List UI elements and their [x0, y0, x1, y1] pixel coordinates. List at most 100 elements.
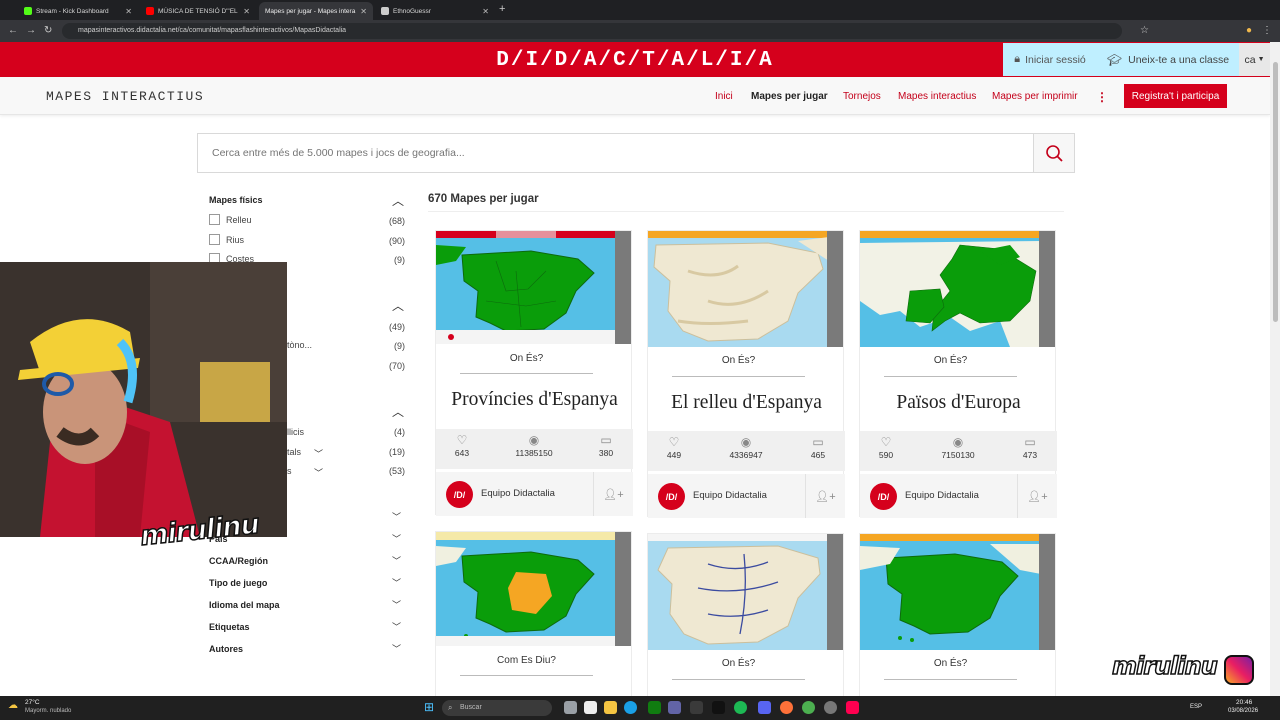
chevron-down-icon[interactable]: ﹀ [392, 532, 401, 545]
weather-temp[interactable]: 27°C [25, 699, 40, 706]
discord-icon[interactable] [758, 701, 771, 714]
chevron-down-icon[interactable]: ﹀ [392, 598, 401, 611]
reload-icon[interactable]: ↻ [44, 24, 52, 38]
map-card[interactable]: On És? [859, 533, 1056, 701]
filter-option-label[interactable]: llicis [287, 427, 304, 437]
map-thumbnail[interactable] [648, 231, 829, 347]
obs-icon[interactable] [824, 701, 837, 714]
filter-option-label[interactable]: tals [287, 447, 301, 457]
close-icon[interactable]: ✕ [243, 7, 250, 16]
tiktok-live-icon[interactable] [846, 701, 859, 714]
search-input[interactable] [212, 134, 1012, 172]
filter-category-autores[interactable]: Autores [209, 644, 243, 654]
likes-stat[interactable]: ♡ 590 [856, 431, 916, 460]
bookmark-star-icon[interactable]: ☆ [1140, 24, 1149, 38]
register-button[interactable]: Registra't i participa [1124, 84, 1227, 108]
map-thumbnail[interactable] [436, 532, 617, 646]
chevron-down-icon[interactable]: ﹀ [392, 642, 401, 655]
comments-stat[interactable]: ▭ 473 [1000, 431, 1060, 460]
add-user-icon[interactable]: 👤︎+ [1017, 474, 1057, 518]
clock-date[interactable]: 03/08/2026 [1228, 708, 1258, 714]
filter-option-label[interactable]: tòno... [287, 340, 312, 350]
chevron-down-icon[interactable]: ﹀ [392, 510, 401, 523]
edge-icon[interactable] [624, 701, 637, 714]
url-field[interactable]: mapasinteractivos.didactalia.net/ca/comu… [62, 23, 1122, 39]
chevron-down-icon[interactable]: ﹀ [314, 466, 323, 479]
map-card[interactable]: On És? [647, 533, 844, 701]
map-card[interactable]: On És? Províncies d'Espanya ♡ 643 ◉ 113851… [432, 230, 633, 516]
nav-link-mapes-interactius[interactable]: Mapes interactius [898, 91, 976, 102]
forward-icon[interactable]: → [26, 24, 36, 38]
close-icon[interactable]: ✕ [125, 7, 132, 16]
map-thumbnail[interactable] [860, 231, 1041, 347]
language-selector[interactable]: ca ▼ [1239, 43, 1270, 76]
browser-tab[interactable]: Stream - Kick Dashboard ✕ [18, 2, 138, 20]
filter-category-ccaa[interactable]: CCAA/Región [209, 556, 268, 566]
author-name[interactable]: Equipo Didactalia [481, 488, 555, 499]
chrome-icon[interactable] [802, 701, 815, 714]
map-card[interactable]: On És? Països d'Europa ♡ 590 ◉ 7150130 ▭ 47… [856, 230, 1057, 518]
chevron-down-icon[interactable]: ﹀ [392, 576, 401, 589]
browser-tab[interactable]: EthnoGuessr ✕ [375, 2, 495, 20]
filter-option-label[interactable]: s [287, 466, 292, 476]
map-thumbnail[interactable] [860, 534, 1041, 650]
tiktok-icon[interactable] [712, 701, 725, 714]
taskbar-search[interactable]: ⌕ Buscar [442, 700, 552, 716]
close-icon[interactable]: ✕ [482, 7, 489, 16]
likes-stat[interactable]: ♡ 643 [432, 429, 492, 458]
map-thumbnail[interactable] [436, 231, 617, 344]
windows-start-icon[interactable]: ⊞ [424, 700, 434, 714]
author-row[interactable]: /D/ Equipo Didactalia 👤︎+ [436, 472, 633, 516]
map-title[interactable]: Províncies d'Espanya [436, 389, 633, 411]
menu-icon[interactable]: ⋮ [1262, 24, 1272, 38]
file-explorer-icon[interactable] [604, 701, 617, 714]
login-button[interactable]: 🔒︎ Iniciar sessió [1003, 43, 1097, 76]
scrollbar-thumb[interactable] [1273, 62, 1278, 322]
browser-tab-active[interactable]: Mapes per jugar - Mapes intera ✕ [259, 2, 373, 20]
browser-tab[interactable]: MÚSICA DE TENSIÓ D'"EL ✕ [140, 2, 256, 20]
firefox-icon[interactable] [780, 701, 793, 714]
checkbox[interactable] [209, 234, 220, 245]
add-user-icon[interactable]: 👤︎+ [805, 474, 845, 518]
chevron-up-icon[interactable]: ︿ [392, 192, 404, 209]
filter-category-etiquetas[interactable]: Etiquetas [209, 622, 250, 632]
clock-time[interactable]: 20:46 [1236, 699, 1252, 706]
map-card[interactable]: Com Es Diu? [435, 531, 632, 701]
spotify-icon[interactable] [734, 701, 747, 714]
author-name[interactable]: Equipo Didactalia [693, 490, 767, 501]
join-class-button[interactable]: 🎓︎ Uneix-te a una classe [1097, 43, 1239, 76]
task-view-icon[interactable] [564, 701, 577, 714]
likes-stat[interactable]: ♡ 449 [644, 431, 704, 460]
map-card[interactable]: On És? El relleu d'Espanya ♡ 449 ◉ 4336947… [644, 230, 845, 518]
filter-option[interactable]: Relleu [209, 214, 252, 225]
comments-stat[interactable]: ▭ 380 [576, 429, 636, 458]
search-button[interactable] [1033, 134, 1074, 172]
new-tab-button[interactable]: + [499, 3, 505, 15]
input-language[interactable]: ESP [1190, 704, 1202, 710]
chevron-down-icon[interactable]: ﹀ [392, 554, 401, 567]
author-row[interactable]: /D/ Equipo Didactalia 👤︎+ [860, 474, 1057, 518]
teams-icon[interactable] [668, 701, 681, 714]
xbox-icon[interactable] [648, 701, 661, 714]
filter-category-tipo-juego[interactable]: Tipo de juego [209, 578, 267, 588]
chevron-up-icon[interactable]: ︿ [392, 297, 404, 314]
nav-link-mapes-per-imprimir[interactable]: Mapes per imprimir [992, 91, 1078, 102]
close-icon[interactable]: ✕ [360, 7, 367, 16]
chevron-up-icon[interactable]: ︿ [392, 403, 404, 420]
app-icon[interactable] [690, 701, 703, 714]
chevron-down-icon[interactable]: ﹀ [392, 620, 401, 633]
nav-link-mapes-per-jugar[interactable]: Mapes per jugar [751, 91, 828, 102]
comments-stat[interactable]: ▭ 465 [788, 431, 848, 460]
chevron-down-icon[interactable]: ﹀ [314, 447, 323, 460]
add-user-icon[interactable]: 👤︎+ [593, 472, 633, 516]
nav-link-inici[interactable]: Inici [715, 91, 733, 102]
more-menu-icon[interactable]: ⋮ [1096, 90, 1108, 104]
map-thumbnail[interactable] [648, 534, 829, 650]
filter-option[interactable]: Rius [209, 234, 244, 245]
profile-avatar[interactable]: ● [1246, 24, 1252, 38]
back-icon[interactable]: ← [8, 24, 18, 38]
nav-link-tornejos[interactable]: Tornejos [843, 91, 881, 102]
checkbox[interactable] [209, 214, 220, 225]
site-name[interactable]: MAPES INTERACTIUS [46, 89, 204, 104]
author-name[interactable]: Equipo Didactalia [905, 490, 979, 501]
